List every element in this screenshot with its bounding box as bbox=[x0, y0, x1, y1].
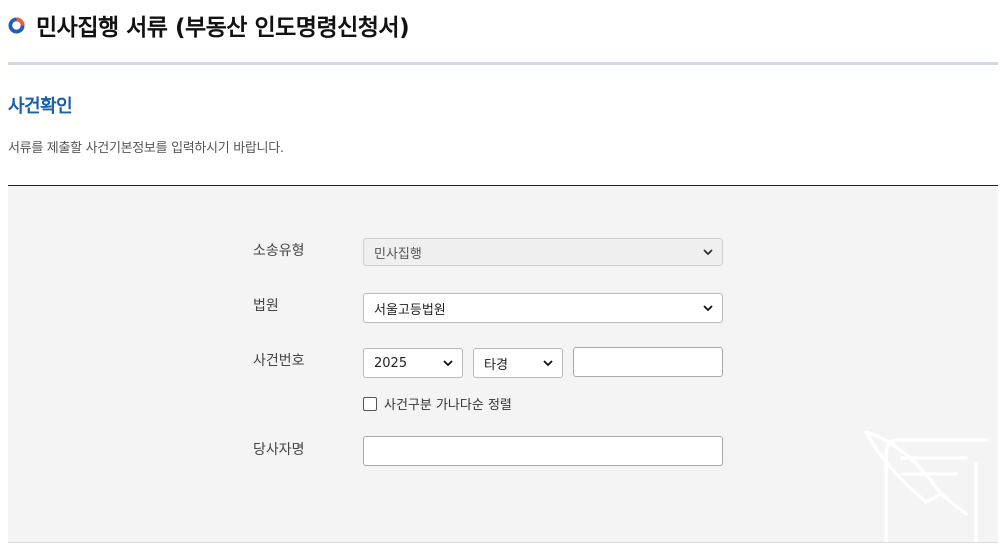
court-label: 법원 bbox=[253, 298, 279, 314]
chevron-down-icon bbox=[703, 249, 713, 256]
case-serial-input[interactable] bbox=[573, 347, 723, 377]
ring-bullet-icon bbox=[8, 16, 25, 34]
page-title: 민사집행 서류 (부동산 인도명령신청서) bbox=[36, 15, 410, 41]
party-name-input[interactable] bbox=[363, 436, 723, 466]
party-name-label: 당사자명 bbox=[253, 442, 305, 458]
case-type-value: 민사집행 bbox=[374, 246, 422, 262]
court-value: 서울고등법원 bbox=[374, 302, 446, 318]
chevron-down-icon bbox=[543, 360, 553, 367]
case-type-label: 소송유형 bbox=[253, 243, 305, 259]
sort-checkbox[interactable] bbox=[363, 396, 377, 411]
quill-document-icon bbox=[864, 430, 988, 542]
chevron-down-icon bbox=[703, 305, 713, 312]
sort-checkbox-label: 사건구분 가나다순 정렬 bbox=[384, 398, 512, 413]
case-type-select[interactable]: 민사집행 bbox=[363, 238, 723, 266]
sort-option[interactable]: 사건구분 가나다순 정렬 bbox=[363, 394, 512, 413]
case-number-label: 사건번호 bbox=[253, 353, 305, 369]
case-category-select[interactable]: 타경 bbox=[473, 348, 563, 378]
title-divider bbox=[8, 62, 998, 65]
section-title: 사건확인 bbox=[8, 96, 73, 117]
case-category-value: 타경 bbox=[484, 357, 508, 373]
page-header: 민사집행 서류 (부동산 인도명령신청서) bbox=[8, 8, 410, 42]
chevron-down-icon bbox=[443, 360, 453, 367]
case-year-value: 2025 bbox=[374, 355, 408, 371]
case-year-select[interactable]: 2025 bbox=[363, 348, 463, 378]
case-form: 소송유형 민사집행 법원 서울고등법원 사건번호 2025 타경 사건구분 가나… bbox=[8, 185, 998, 543]
section-description: 서류를 제출할 사건기본정보를 입력하시기 바랍니다. bbox=[8, 141, 284, 156]
court-select[interactable]: 서울고등법원 bbox=[363, 293, 723, 323]
